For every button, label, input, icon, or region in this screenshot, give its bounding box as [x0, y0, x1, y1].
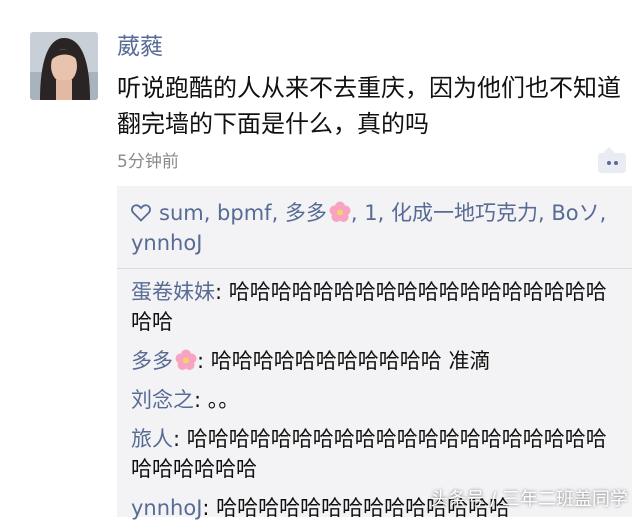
- more-dot-icon: [606, 161, 611, 165]
- comment-author[interactable]: 旅人: [131, 427, 173, 451]
- comment-separator: :: [202, 496, 217, 520]
- comment-author[interactable]: ynnhoJ: [131, 496, 202, 520]
- likes-list: sum, bpmf, 多多 , 1, 化成一地巧克力, Boソ, ynnhoJ: [117, 186, 632, 269]
- more-dot-icon: [613, 161, 618, 165]
- post-username[interactable]: 葳蕤: [117, 31, 163, 63]
- comment-text: 哈哈哈哈哈哈哈哈哈哈哈哈哈哈哈哈哈哈哈哈哈哈哈哈哈哈: [131, 427, 607, 481]
- comment-separator: :: [194, 388, 208, 412]
- comment-author[interactable]: 刘念之: [131, 388, 194, 412]
- comment-button[interactable]: [598, 147, 626, 173]
- blossom-emoji-icon: [329, 201, 351, 222]
- comment-text: 哈哈哈哈哈哈哈哈哈哈哈 准滴: [210, 349, 491, 373]
- comment-separator: :: [197, 349, 211, 373]
- comment-author[interactable]: 多多: [131, 349, 173, 373]
- avatar-image: [30, 32, 98, 100]
- heart-icon: [131, 204, 151, 222]
- comment-text: 。。: [207, 388, 240, 412]
- likes-names-part1[interactable]: sum, bpmf, 多多: [159, 201, 327, 225]
- comment-row[interactable]: 刘念之: 。。: [131, 385, 618, 415]
- comment-author[interactable]: 蛋卷妹妹: [131, 280, 215, 304]
- blossom-emoji-icon: [175, 349, 197, 370]
- comment-separator: :: [173, 427, 187, 451]
- comment-row[interactable]: 旅人: 哈哈哈哈哈哈哈哈哈哈哈哈哈哈哈哈哈哈哈哈哈哈哈哈哈哈: [131, 424, 618, 484]
- watermark: 头条号 / 三年二班盖同学: [430, 489, 628, 510]
- comment-separator: :: [215, 280, 229, 304]
- avatar[interactable]: [30, 32, 98, 100]
- comment-row[interactable]: 蛋卷妹妹: 哈哈哈哈哈哈哈哈哈哈哈哈哈哈哈哈哈哈哈哈: [131, 277, 618, 337]
- post-text: 听说跑酷的人从来不去重庆，因为他们也不知道翻完墙的下面是什么，真的吗: [117, 74, 621, 138]
- post-timestamp: 5分钟前: [117, 152, 179, 172]
- comment-row[interactable]: 多多 : 哈哈哈哈哈哈哈哈哈哈哈 准滴: [131, 346, 618, 376]
- social-panel: sum, bpmf, 多多 , 1, 化成一地巧克力, Boソ, ynnhoJ …: [117, 186, 632, 520]
